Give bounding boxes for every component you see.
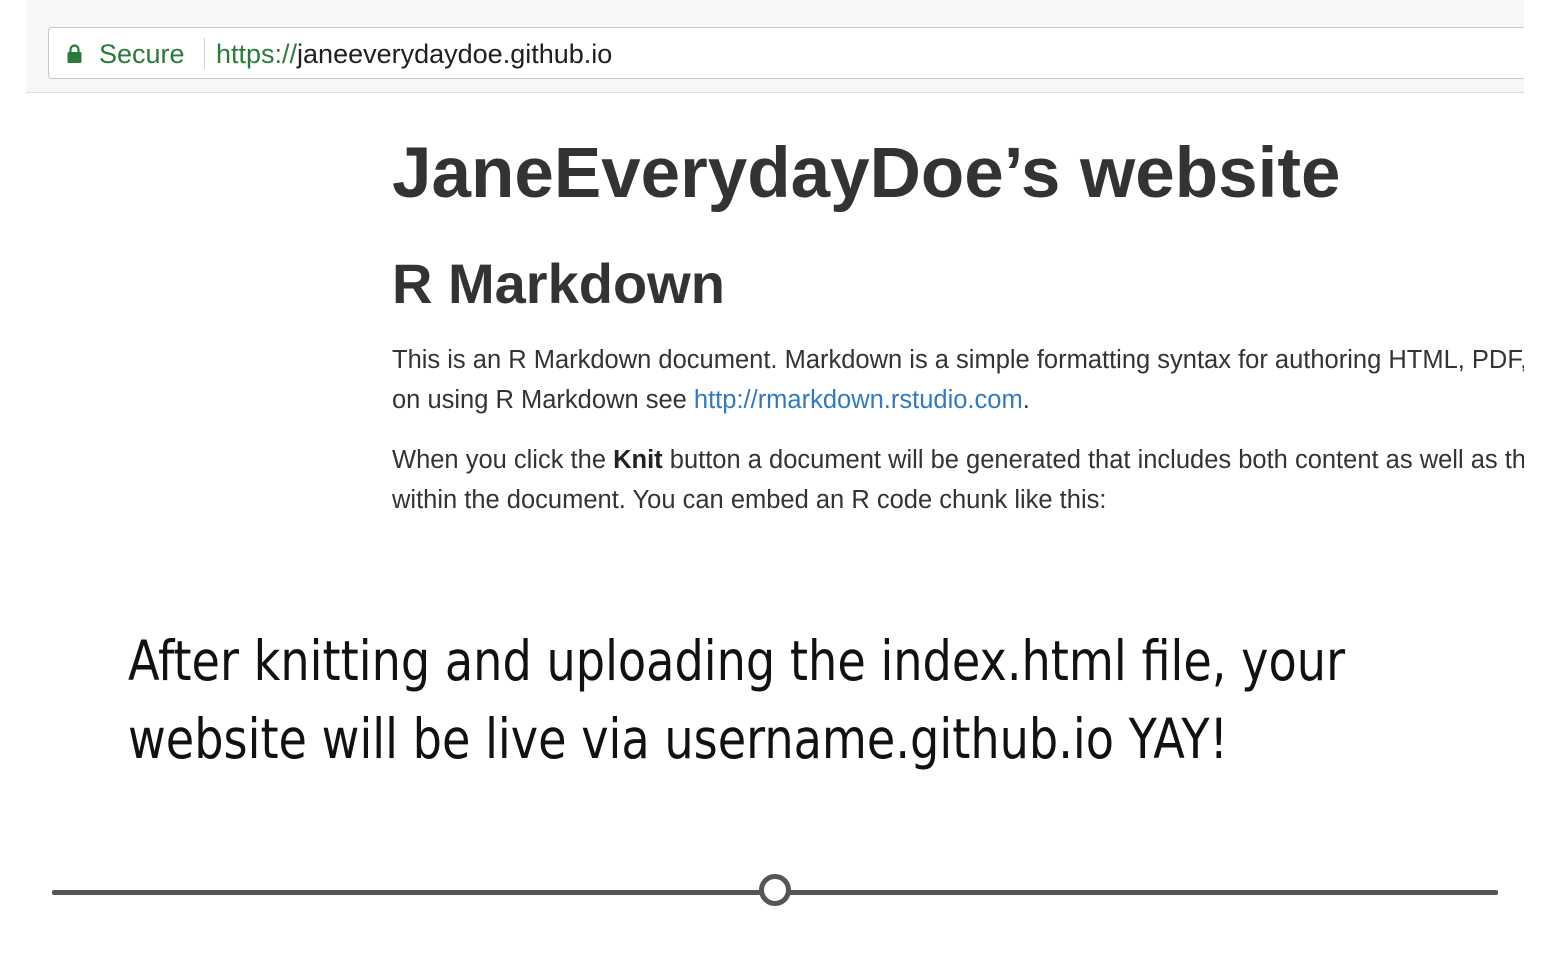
site-title: JaneEverydayDoe’s website: [392, 134, 1341, 213]
caption-line-2: website will be live via username.github…: [128, 707, 1229, 771]
intro-line-2-suffix: .: [1022, 386, 1030, 414]
knit-line-1-suffix: button a document will be generated that…: [669, 446, 1524, 474]
address-bar[interactable]: Secure https://janeeverydaydoe.github.io: [48, 27, 1524, 79]
intro-line-2-prefix: on using R Markdown see: [392, 386, 694, 414]
knit-keyword: Knit: [613, 446, 663, 474]
intro-paragraph: This is an R Markdown document. Markdown…: [392, 340, 1524, 420]
url-host: janeeverydaydoe.github.io: [297, 39, 613, 69]
lock-icon: [67, 44, 82, 63]
url-scheme: https://: [216, 39, 298, 69]
browser-toolbar: Secure https://janeeverydaydoe.github.io: [26, 0, 1524, 93]
section-heading: R Markdown: [392, 252, 725, 315]
intro-line-1: This is an R Markdown document. Markdown…: [392, 346, 1524, 374]
caption-line-1: After knitting and uploading the index.h…: [128, 629, 1346, 693]
rmarkdown-link[interactable]: http://rmarkdown.rstudio.com: [694, 386, 1023, 414]
knit-line-1: When you click the Knit button a documen…: [392, 440, 1524, 480]
url-text[interactable]: https://janeeverydaydoe.github.io: [216, 39, 612, 69]
knit-line-2: within the document. You can embed an R …: [392, 486, 1107, 514]
page-content: JaneEverydayDoe’s website R Markdown Thi…: [392, 110, 1524, 540]
knit-paragraph: When you click the Knit button a documen…: [392, 440, 1524, 520]
knit-line-1-prefix: When you click the: [392, 446, 614, 474]
caption: After knitting and uploading the index.h…: [128, 622, 1346, 778]
intro-line-2: on using R Markdown see http://rmarkdown…: [392, 380, 1524, 420]
url-divider: [204, 38, 205, 69]
slide: Secure https://janeeverydaydoe.github.io…: [0, 0, 1550, 969]
secure-label[interactable]: Secure: [99, 39, 185, 69]
progress-knob[interactable]: [759, 874, 791, 906]
